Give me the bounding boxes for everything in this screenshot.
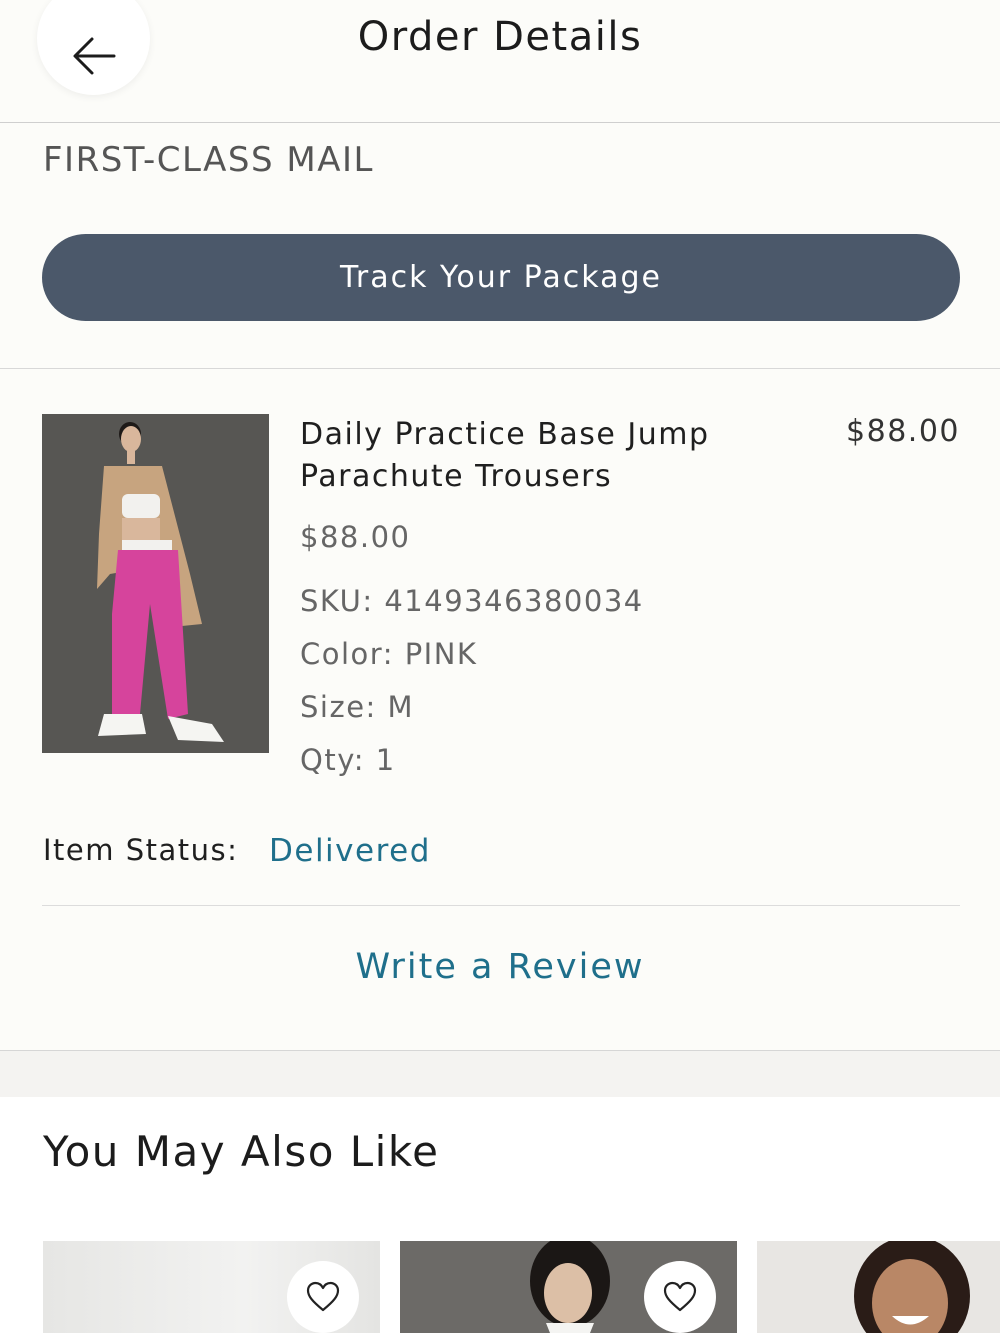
divider bbox=[0, 368, 1000, 369]
heart-icon bbox=[306, 1281, 340, 1312]
shipping-method: FIRST-CLASS MAIL bbox=[43, 140, 374, 180]
item-status-value: Delivered bbox=[269, 833, 431, 869]
recommendation-card[interactable] bbox=[757, 1241, 1000, 1333]
unit-price: $88.00 bbox=[300, 520, 411, 554]
product-photo bbox=[854, 1241, 970, 1333]
product-image[interactable] bbox=[42, 414, 269, 753]
favorite-button[interactable] bbox=[644, 1261, 716, 1333]
recommendation-card[interactable] bbox=[400, 1241, 737, 1333]
quantity: Qty: 1 bbox=[300, 743, 396, 777]
track-package-button[interactable]: Track Your Package bbox=[42, 234, 960, 321]
heart-icon bbox=[663, 1281, 697, 1312]
page-title: Order Details bbox=[357, 14, 643, 60]
size: Size: M bbox=[300, 690, 415, 724]
item-status-label: Item Status: bbox=[43, 833, 239, 867]
section-separator bbox=[0, 1050, 1000, 1097]
divider bbox=[42, 905, 960, 906]
product-photo bbox=[42, 414, 269, 753]
line-total: $88.00 bbox=[846, 414, 960, 449]
write-review-link[interactable]: Write a Review bbox=[0, 947, 1000, 987]
recommendations-title: You May Also Like bbox=[43, 1127, 440, 1176]
color: Color: PINK bbox=[300, 637, 478, 671]
header: Order Details bbox=[0, 0, 1000, 123]
product-name[interactable]: Daily Practice Base Jump Parachute Trous… bbox=[300, 414, 820, 498]
recommendation-card[interactable] bbox=[43, 1241, 380, 1333]
favorite-button[interactable] bbox=[287, 1261, 359, 1333]
sku: SKU: 4149346380034 bbox=[300, 584, 644, 618]
